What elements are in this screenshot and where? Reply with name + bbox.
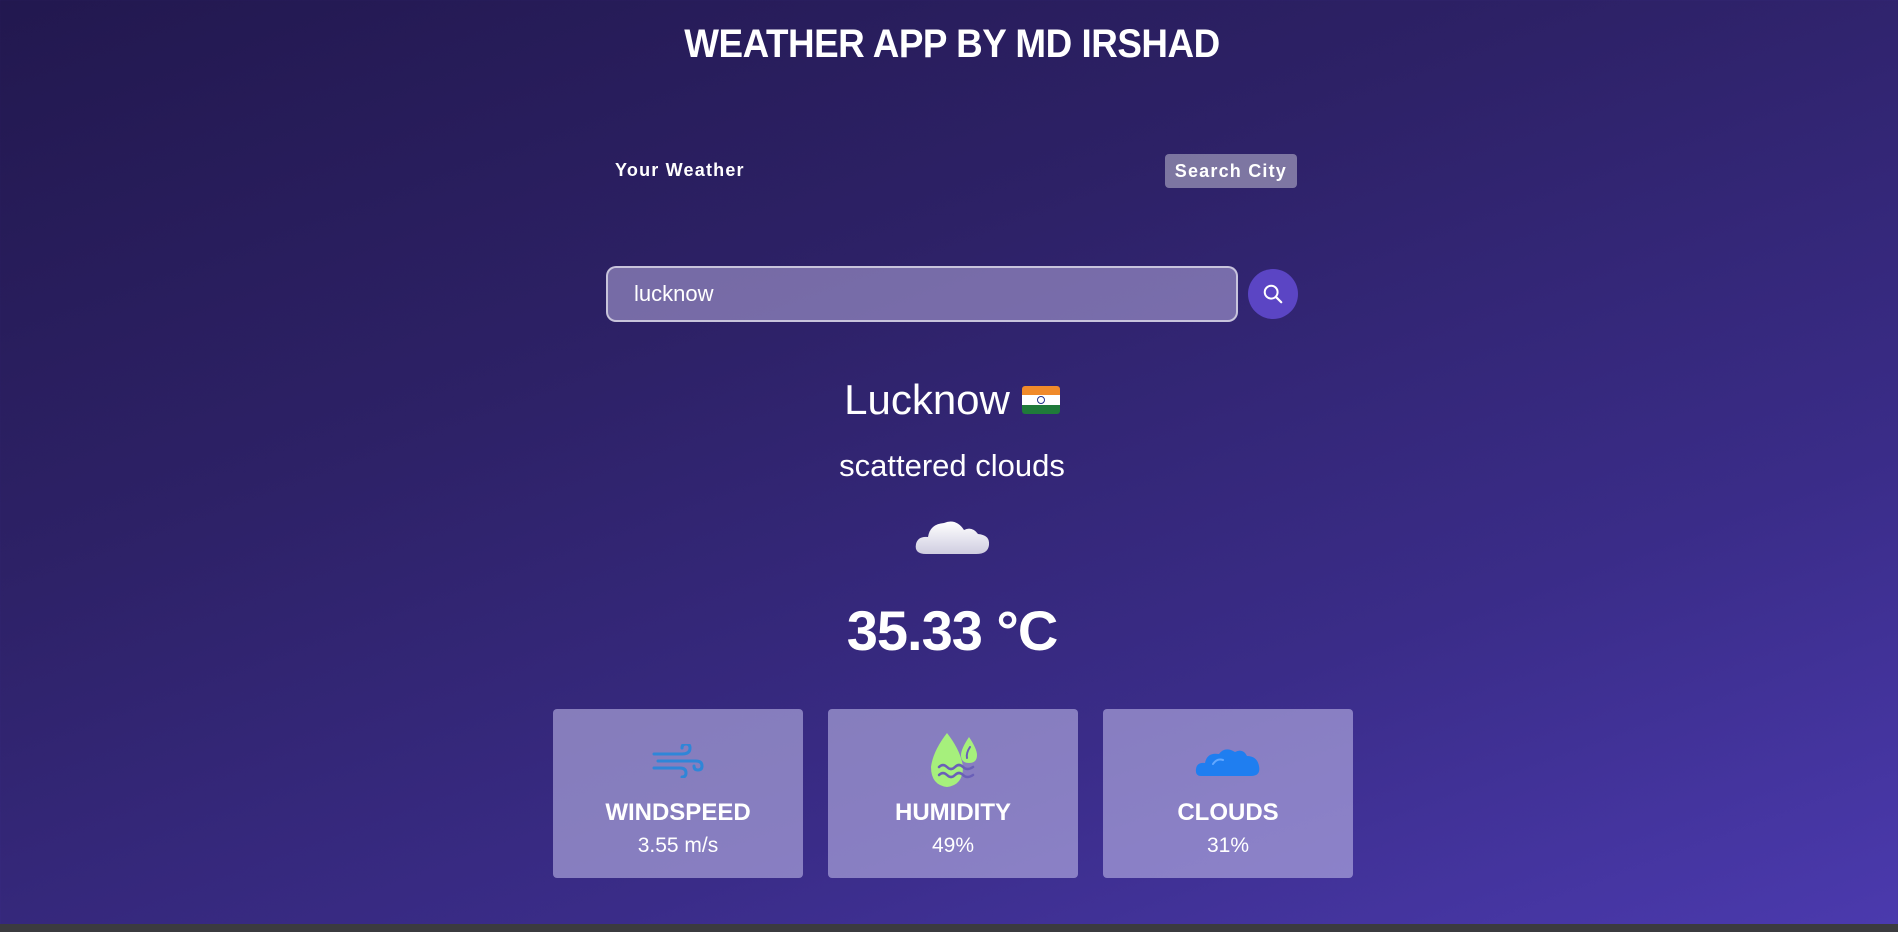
cloud-icon	[915, 521, 990, 554]
clouds-icon	[1195, 749, 1260, 776]
tab-search-city[interactable]: Search City	[1164, 154, 1297, 188]
city-heading: Lucknow	[0, 376, 1898, 424]
search-icon	[1263, 284, 1283, 304]
humidity-value: 49%	[931, 834, 975, 857]
windspeed-label: WINDSPEED	[605, 799, 751, 826]
humidity-label: HUMIDITY	[895, 799, 1011, 826]
weather-stats: WINDSPEED 3.55 m/s HUMIDITY 49% CLOUDS 3…	[553, 709, 1353, 878]
india-flag-icon	[1021, 386, 1060, 414]
weather-description: scattered clouds	[839, 448, 1065, 483]
clouds-value: 31%	[1206, 834, 1250, 857]
temperature: 35.33 °C	[846, 599, 1059, 662]
city-search-input[interactable]	[606, 266, 1238, 322]
tab-bar: Your Weather Search City	[605, 154, 1297, 190]
weather-app-page: { "header": { "title": "WEATHER APP BY M…	[0, 0, 1898, 932]
app-title: WEATHER APP BY MD IRSHAD	[684, 22, 1220, 66]
window-bottom-edge	[0, 924, 1898, 932]
clouds-label: CLOUDS	[1177, 799, 1279, 826]
city-name: Lucknow	[844, 376, 1010, 423]
windspeed-value: 3.55 m/s	[637, 834, 719, 857]
wind-icon	[652, 744, 704, 778]
windspeed-card: WINDSPEED 3.55 m/s	[553, 709, 803, 878]
tab-your-weather[interactable]: Your Weather	[605, 154, 755, 187]
humidity-icon	[931, 733, 977, 787]
search-button[interactable]	[1248, 269, 1298, 319]
humidity-card: HUMIDITY 49%	[828, 709, 1078, 878]
search-form	[606, 266, 1298, 322]
clouds-card: CLOUDS 31%	[1103, 709, 1353, 878]
